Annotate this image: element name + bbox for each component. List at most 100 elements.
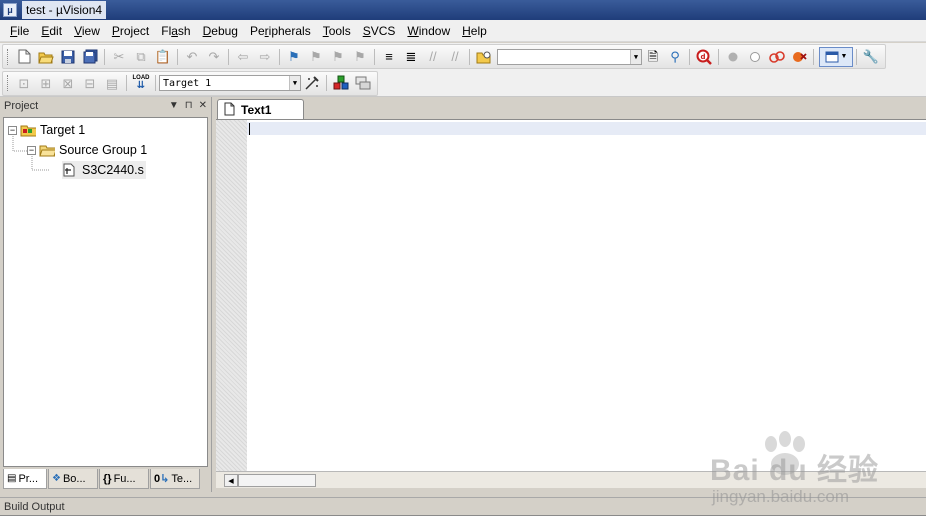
navigate-back-icon[interactable]: ⇦ [232,47,254,67]
rebuild-icon[interactable]: ⊠ [57,73,79,93]
target-select[interactable]: Target 1 ▼ [159,75,301,91]
document-icon [224,102,235,119]
menu-window[interactable]: Window [401,21,456,41]
toolbar-separator [718,48,719,65]
find-combo[interactable]: ▼ [497,48,642,65]
tab-label: Bo... [62,472,86,485]
tab-label: Pr... [18,472,39,485]
next-bookmark-icon[interactable]: ⚑ [327,47,349,67]
cut-icon[interactable]: ✂ [108,47,130,67]
kill-breakpoints-icon[interactable] [788,47,810,67]
find-icon[interactable]: 🗎 [642,47,664,67]
tree-item-file[interactable]: S3C2440.s [62,161,146,179]
collapse-icon[interactable]: − [27,145,36,155]
open-folder-icon[interactable] [35,47,57,67]
folder-icon [39,143,55,157]
uncomment-icon[interactable]: // [444,47,466,67]
new-file-icon[interactable] [13,47,35,67]
toolbar-grip[interactable] [7,48,10,65]
tree-item-label: Source Group 1 [59,143,148,157]
clear-bookmarks-icon[interactable]: ⚑ [349,47,371,67]
previous-bookmark-icon[interactable]: ⚑ [305,47,327,67]
chevron-down-icon[interactable]: ▼ [289,76,300,90]
tab-label: Text1 [241,103,272,117]
save-icon[interactable] [57,47,79,67]
manage-components-icon[interactable] [330,73,352,93]
find-in-files-icon[interactable] [473,47,495,67]
close-icon[interactable]: ✕ [199,100,207,111]
target-select-value: Target 1 [163,77,212,89]
copy-icon[interactable]: ⧉ [130,47,152,67]
multi-project-icon[interactable] [352,73,374,93]
toolbar-separator [279,48,280,65]
menu-bar: File Edit View Project Flash Debug Perip… [0,20,926,42]
menu-flash[interactable]: Flash [155,21,196,41]
editor-gutter[interactable] [216,120,247,472]
menu-file[interactable]: File [4,21,35,41]
translate-icon[interactable]: ⊡ [13,73,35,93]
batch-build-icon[interactable]: ⊟ [79,73,101,93]
comment-icon[interactable]: // [422,47,444,67]
toolbar-separator [126,75,127,91]
toolbar-separator [326,75,327,91]
collapse-icon[interactable]: − [8,125,17,135]
build-icon[interactable]: ⊞ [35,73,57,93]
enable-breakpoint-icon[interactable] [744,47,766,67]
project-panel-header: Project ▼ ⊓ ✕ [0,97,211,114]
menu-project[interactable]: Project [106,21,155,41]
tab-label: Te... [171,472,193,485]
toolbar-grip[interactable] [7,75,10,91]
build-output-title: Build Output [4,501,65,513]
navigate-forward-icon[interactable]: ⇨ [254,47,276,67]
undo-icon[interactable]: ↶ [181,47,203,67]
save-all-icon[interactable] [79,47,101,67]
scrollbar-thumb[interactable] [238,474,316,487]
chevron-down-icon[interactable]: ▼ [630,49,641,64]
stop-build-icon[interactable]: ▤ [101,73,123,93]
editor-area: Text1 ◀ [214,97,926,492]
menu-view[interactable]: View [68,21,106,41]
panel-menu-icon[interactable]: ▼ [169,100,179,111]
menu-tools[interactable]: Tools [317,21,357,41]
toolbar-separator [813,48,814,65]
file-toolbar-group: ✂ ⧉ 📋 ↶ ↷ ⇦ ⇨ ⚑ ⚑ ⚑ ⚑ ≡ ≣ // // ▼ 🗎 ⚲ d … [2,44,886,69]
disable-breakpoints-icon[interactable] [766,47,788,67]
text-caret [249,123,250,135]
incremental-find-icon[interactable]: ⚲ [664,47,686,67]
unindent-icon[interactable]: ≣ [400,47,422,67]
redo-icon[interactable]: ↷ [203,47,225,67]
menu-help[interactable]: Help [456,21,493,41]
configure-wrench-icon[interactable]: 🔧 [860,47,882,67]
menu-peripherals[interactable]: Peripherals [244,21,317,41]
tab-project[interactable]: ▤ Pr... [3,469,47,489]
target-options-icon[interactable] [301,73,323,93]
insert-breakpoint-icon[interactable] [722,47,744,67]
scroll-left-icon[interactable]: ◀ [224,474,238,487]
indent-icon[interactable]: ≡ [378,47,400,67]
menu-svcs[interactable]: SVCS [357,21,402,41]
project-panel-tabs: ▤ Pr... ❖ Bo... {} Fu... 0↳ Te... [3,469,208,490]
insert-bookmark-icon[interactable]: ⚑ [283,47,305,67]
tree-item-source-group[interactable]: − Source Group 1 [27,141,147,159]
horizontal-scrollbar[interactable]: ◀ [216,471,926,488]
build-toolbar: ⊡ ⊞ ⊠ ⊟ ▤ LOAD ⇊ Target 1 ▼ [0,70,926,97]
tree-item-target[interactable]: − Target 1 [8,121,85,139]
build-output-header: Build Output [0,497,926,515]
menu-edit[interactable]: Edit [35,21,68,41]
load-flash-icon[interactable]: LOAD ⇊ [130,73,152,93]
tab-books[interactable]: ❖ Bo... [48,469,98,489]
tree-item-label: Target 1 [40,123,86,137]
tab-text1[interactable]: Text1 [217,99,304,120]
pin-icon[interactable]: ⊓ [185,100,193,111]
current-line-highlight [247,122,926,135]
text-editor[interactable] [216,119,926,472]
build-output-pane[interactable] [0,515,926,529]
file-toolbar: ✂ ⧉ 📋 ↶ ↷ ⇦ ⇨ ⚑ ⚑ ⚑ ⚑ ≡ ≣ // // ▼ 🗎 ⚲ d … [0,43,926,70]
tab-templates[interactable]: 0↳ Te... [150,469,200,489]
debug-session-icon[interactable]: d [693,47,715,67]
uvision-app-icon[interactable]: μ [3,3,17,17]
menu-debug[interactable]: Debug [197,21,244,41]
tab-functions[interactable]: {} Fu... [99,469,149,489]
paste-icon[interactable]: 📋 [152,47,174,67]
window-layout-icon[interactable]: ▼ [819,46,853,67]
